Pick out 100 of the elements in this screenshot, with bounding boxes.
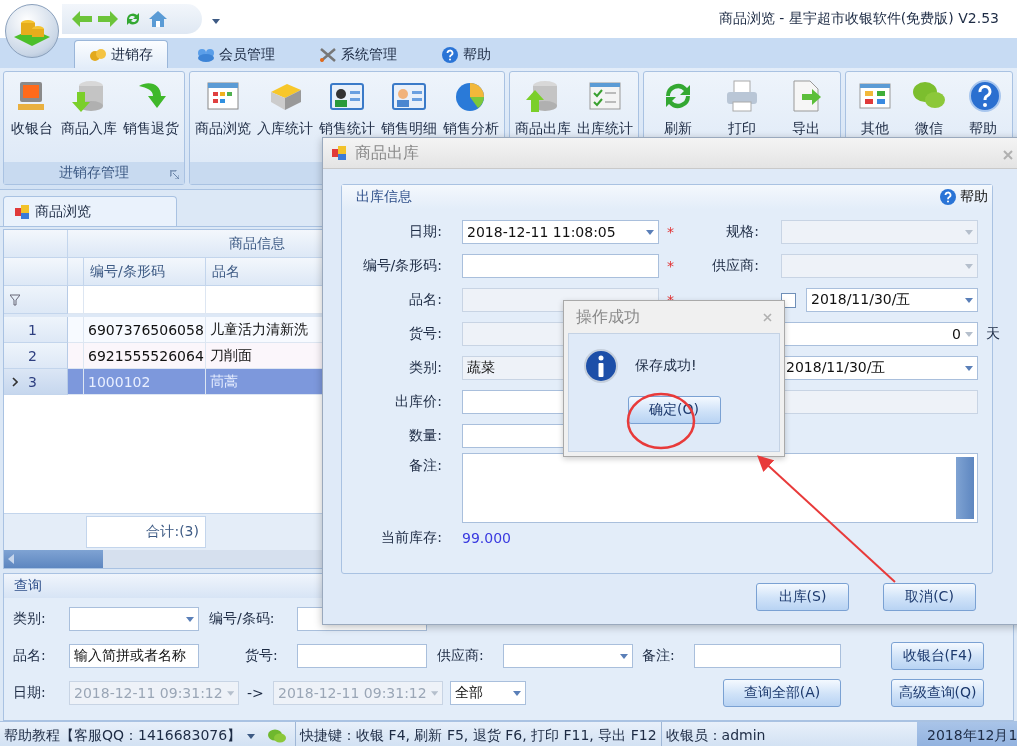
panel-title: 查询 <box>14 577 42 595</box>
table-cell <box>68 343 84 369</box>
table-cell: 6907376506058 <box>84 317 206 343</box>
dropdown-arrow-icon[interactable] <box>965 365 973 371</box>
ribbon-tab[interactable]: 会员管理 <box>182 40 290 68</box>
query-button[interactable]: 查询全部(A) <box>723 679 841 707</box>
field-label: 供应商: <box>437 647 485 665</box>
field-label: 备注: <box>409 457 443 475</box>
dropdown-arrow-icon[interactable] <box>646 229 654 235</box>
group-label: 进销存管理 <box>59 164 129 182</box>
field-label: 当前库存: <box>381 529 443 547</box>
summary-cell: 合计:(3) <box>86 516 206 548</box>
ribbon-button[interactable]: 入库统计 <box>254 78 316 162</box>
ribbon-tab[interactable]: 帮助 <box>426 40 506 68</box>
row-number: 3 <box>28 373 37 390</box>
ribbon-button[interactable]: 其他 <box>848 78 902 162</box>
table-cell <box>68 369 84 395</box>
ribbon-button[interactable]: 打印 <box>710 78 774 162</box>
forward-arrow-icon[interactable] <box>98 11 118 27</box>
date-picker[interactable]: 2018/11/30/五 <box>806 288 978 312</box>
back-arrow-icon[interactable] <box>72 11 92 27</box>
field-label: 编号/条码: <box>209 610 276 628</box>
column-header[interactable]: 编号/条形码 <box>84 258 206 286</box>
ribbon-tab[interactable]: 进销存 <box>74 40 168 68</box>
row-header[interactable]: 1 <box>4 317 68 343</box>
dialog-button[interactable]: 出库(S) <box>756 583 849 611</box>
stock-value: 99.000 <box>462 530 512 546</box>
home-icon[interactable] <box>148 10 168 28</box>
dropdown-field[interactable] <box>503 644 633 668</box>
coins-icon <box>89 47 107 62</box>
dropdown-arrow-icon[interactable] <box>620 653 628 659</box>
row-header[interactable]: 2 <box>4 343 68 369</box>
ribbon-tab[interactable]: 系统管理 <box>304 40 412 68</box>
unit-label: 天 <box>985 325 1001 343</box>
highlight-circle <box>626 392 696 450</box>
dialog-title: 商品出库 <box>355 142 419 164</box>
ribbon-button[interactable]: 收银台 <box>6 78 58 162</box>
input-field[interactable]: 输入简拼或者名称 <box>69 644 199 668</box>
ribbon-button[interactable]: 出库统计 <box>574 78 636 162</box>
document-tab[interactable]: 商品浏览 <box>3 196 177 226</box>
required-mark: * <box>666 258 675 274</box>
field-label: 备注: <box>642 647 676 665</box>
row-number: 2 <box>28 347 37 364</box>
field-label: 品名: <box>13 647 47 665</box>
field-label: 出库价: <box>395 393 443 411</box>
field-label: 数量: <box>409 427 443 445</box>
scroll-left-icon[interactable] <box>8 554 14 564</box>
row-number: 1 <box>28 321 37 338</box>
dropdown-arrow-icon[interactable] <box>212 18 220 24</box>
window-icon <box>14 203 30 220</box>
field-label: 货号: <box>409 325 443 343</box>
ribbon-button[interactable]: 商品入库 <box>58 78 120 162</box>
filter-cell[interactable] <box>84 286 206 314</box>
field-label: 货号: <box>245 647 279 665</box>
field-label: 品名: <box>409 291 443 309</box>
field-label: 供应商: <box>712 257 760 275</box>
dropdown-arrow-icon[interactable] <box>186 616 194 622</box>
field-label: -> <box>247 685 265 701</box>
field-label: 日期: <box>13 684 47 702</box>
filter-cell[interactable] <box>68 286 84 314</box>
help-tutorial-link[interactable]: 帮助教程【客服QQ：1416683076】 <box>4 727 242 745</box>
ribbon-button[interactable]: 商品浏览 <box>192 78 254 162</box>
field-label: 类别: <box>13 610 47 628</box>
info-icon <box>583 348 619 384</box>
window-icon <box>331 145 347 161</box>
chat-icon[interactable] <box>267 729 288 743</box>
help-icon <box>939 188 957 206</box>
dropdown-field[interactable] <box>69 607 199 631</box>
ribbon-button[interactable]: 商品出库 <box>512 78 574 162</box>
dropdown-field[interactable]: 2018-12-11 11:08:05 <box>462 220 659 244</box>
help-link[interactable]: 帮助 <box>939 188 988 206</box>
header-cell <box>4 230 68 258</box>
dropdown-field[interactable]: 全部 <box>450 681 526 705</box>
dropdown-arrow-icon[interactable] <box>247 733 256 739</box>
dropdown-arrow-icon[interactable] <box>513 690 521 696</box>
ribbon-button[interactable]: 刷新 <box>646 78 710 162</box>
dialog-button[interactable]: 取消(C) <box>883 583 976 611</box>
ribbon-button[interactable]: 微信 <box>902 78 956 162</box>
ribbon-button[interactable]: 帮助 <box>956 78 1010 162</box>
close-icon[interactable] <box>763 312 772 322</box>
refresh-icon[interactable] <box>124 10 142 28</box>
query-button[interactable]: 高级查询(Q) <box>891 679 984 707</box>
dropdown-arrow-icon[interactable] <box>965 297 973 303</box>
ribbon-button[interactable]: 导出 <box>774 78 838 162</box>
input-field[interactable] <box>297 644 427 668</box>
people-icon <box>197 47 215 62</box>
table-cell: 6921555526064 <box>84 343 206 369</box>
remark-textarea[interactable] <box>462 453 978 523</box>
input-field[interactable] <box>462 254 659 278</box>
printer-icon <box>724 78 760 114</box>
filter-icon[interactable] <box>10 293 20 306</box>
header-cell <box>68 258 84 286</box>
query-button[interactable]: 收银台(F4) <box>891 642 984 670</box>
table-cell: 1000102 <box>84 369 206 395</box>
ribbon-button[interactable]: 销售退货 <box>120 78 182 162</box>
row-header[interactable]: 3 <box>4 369 68 395</box>
input-field[interactable] <box>694 644 841 668</box>
expand-icon[interactable] <box>170 170 179 179</box>
ribbon-button[interactable]: 销售分析 <box>440 78 502 162</box>
field-label: 编号/条形码: <box>362 257 443 275</box>
